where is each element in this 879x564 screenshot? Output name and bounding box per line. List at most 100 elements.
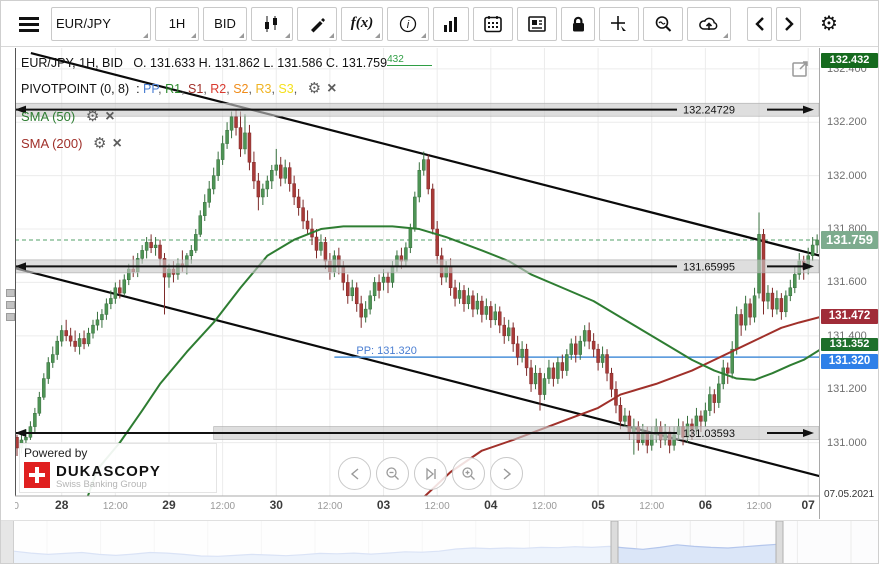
news-icon [528, 15, 546, 32]
scroll-left-button[interactable] [747, 6, 772, 41]
sma200-settings-gear-icon[interactable]: ⚙ [93, 135, 106, 152]
pan-right-button[interactable] [490, 457, 523, 490]
time-label-hour: 12:00 [103, 501, 128, 512]
price-level-132.24729: 132.24729 [15, 102, 819, 117]
chart-navigation-buttons [338, 457, 523, 490]
zoom-button[interactable] [643, 6, 683, 41]
detach-chart-icon[interactable] [792, 60, 809, 77]
instrument-selector[interactable]: EUR/JPY [51, 6, 151, 41]
info-button[interactable]: i [387, 6, 429, 41]
time-label-day: 03 [377, 498, 391, 512]
sma50-row: SMA (50) ⚙ × [21, 107, 115, 126]
triangle-left-icon [350, 467, 358, 480]
pivot-level-r1: R1 [165, 82, 188, 96]
swiss-flag-logo [24, 462, 50, 488]
time-label-hour: 12:00 [532, 501, 557, 512]
sma200-remove-icon[interactable]: × [113, 135, 122, 152]
pivot-level-r3: R3 [255, 82, 278, 96]
brand-name: DUKASCOPY [56, 463, 161, 480]
sma200-label: SMA (200) [21, 136, 83, 151]
pivot-level-pp: PP [143, 82, 165, 96]
price-tick: 131.600 [827, 276, 867, 289]
svg-text:132.24729: 132.24729 [683, 105, 735, 117]
time-axis: 0 28 12:00 29 12:00 30 12:00 03 12:00 04 12:00 05 12… [15, 498, 815, 512]
crosshair-button[interactable] [599, 6, 639, 41]
timeframe-selector[interactable]: 1H [155, 6, 199, 41]
price-side-selector[interactable]: BID [203, 6, 247, 41]
pivot-settings-gear-icon[interactable]: ⚙ [308, 80, 321, 97]
sma50-remove-icon[interactable]: × [105, 108, 114, 125]
functions-button[interactable]: f(x) [341, 6, 383, 41]
pivot-indicator-row: PIVOTPOINT (0, 8) : PPR1S1R2S2R3S3 ⚙× [21, 79, 336, 98]
time-label-hour: 0 [15, 501, 19, 512]
svg-text:i: i [407, 19, 410, 31]
time-label-hour: 12:00 [425, 501, 450, 512]
zoom-in-button[interactable] [452, 457, 485, 490]
instrument-line: EUR/JPY, 1H, BID [21, 56, 123, 71]
pivot-indicator-name: PIVOTPOINT (0, 8) [21, 82, 130, 96]
price-badge: 131.320 [821, 353, 878, 369]
go-to-latest-button[interactable] [414, 457, 447, 490]
pivot-remove-icon[interactable]: × [327, 80, 336, 97]
magnifier-minus-icon [386, 467, 399, 480]
price-tick: 131.200 [827, 383, 867, 396]
bar-chart-icon [444, 16, 457, 32]
price-badge: 131.759 [821, 230, 878, 249]
info-icon: i [399, 15, 417, 32]
navigator-right-handle[interactable] [775, 521, 784, 564]
price-badge: 131.472 [821, 309, 878, 325]
navigator-canvas[interactable] [14, 521, 879, 564]
navigator-left-handle[interactable] [610, 521, 619, 564]
navigator-left-edge-bar[interactable] [1, 521, 14, 563]
chart-type-button[interactable] [251, 6, 293, 41]
volume-button[interactable] [433, 6, 469, 41]
powered-by-label: Powered by [24, 446, 88, 460]
price-level-131.03593: 131.03593 [15, 426, 819, 440]
time-label-hour: 12:00 [639, 501, 664, 512]
export-button[interactable] [687, 6, 731, 41]
draw-tools-button[interactable] [297, 6, 337, 41]
price-level-131.65995: 131.65995 [15, 259, 819, 273]
skip-to-end-icon [425, 467, 436, 480]
left-edge-drag-handle[interactable] [6, 289, 15, 325]
pan-left-button[interactable] [338, 457, 371, 490]
gear-icon: ⚙ [820, 12, 838, 35]
svg-text:131.65995: 131.65995 [683, 261, 735, 273]
lock-icon [573, 16, 584, 31]
time-label-day: 29 [162, 498, 176, 512]
branding-block: Powered by DUKASCOPY Swiss Banking Group [19, 443, 217, 493]
crosshair-icon [611, 15, 626, 31]
pivot-level-s1: S1 [188, 82, 210, 96]
pivot-level-s3: S3 [278, 82, 300, 96]
svg-text:131.03593: 131.03593 [683, 428, 735, 440]
cloud-upload-icon [699, 17, 718, 30]
chevron-right-icon [784, 16, 794, 31]
brand-tagline: Swiss Banking Group [56, 479, 147, 490]
time-label-day: 06 [699, 498, 713, 512]
news-button[interactable] [517, 6, 557, 41]
calendar-icon [484, 15, 502, 32]
pivot-pp-label: PP: 131.320 [356, 345, 417, 357]
calendar-button[interactable] [473, 6, 513, 41]
time-label-hour: 12:00 [317, 501, 342, 512]
lock-button[interactable] [561, 6, 595, 41]
settings-button[interactable]: ⚙ [815, 6, 843, 41]
price-tick: 131.000 [827, 436, 867, 449]
time-label-day: 04 [484, 498, 498, 512]
time-label-day: 30 [270, 498, 284, 512]
time-label-day: 05 [591, 498, 605, 512]
instrument-label: EUR/JPY [56, 16, 111, 31]
pivot-level-s2: S2 [233, 82, 255, 96]
magnifier-icon [655, 15, 672, 32]
time-label-hour: 12:00 [210, 501, 235, 512]
menu-button[interactable] [11, 6, 47, 41]
pivot-level-r2: R2 [210, 82, 233, 96]
zoom-out-button[interactable] [376, 457, 409, 490]
toolbar: EUR/JPY 1H BID f(x) i ⚙ [1, 1, 878, 47]
price-axis[interactable]: 07.05.2021 132.400 132.200 132.000 131.800 1… [819, 48, 878, 519]
sma50-settings-gear-icon[interactable]: ⚙ [86, 108, 99, 125]
candlestick-icon [265, 15, 277, 32]
scroll-right-button[interactable] [776, 6, 801, 41]
pencil-icon [311, 17, 325, 32]
price-side-label: BID [214, 16, 236, 31]
